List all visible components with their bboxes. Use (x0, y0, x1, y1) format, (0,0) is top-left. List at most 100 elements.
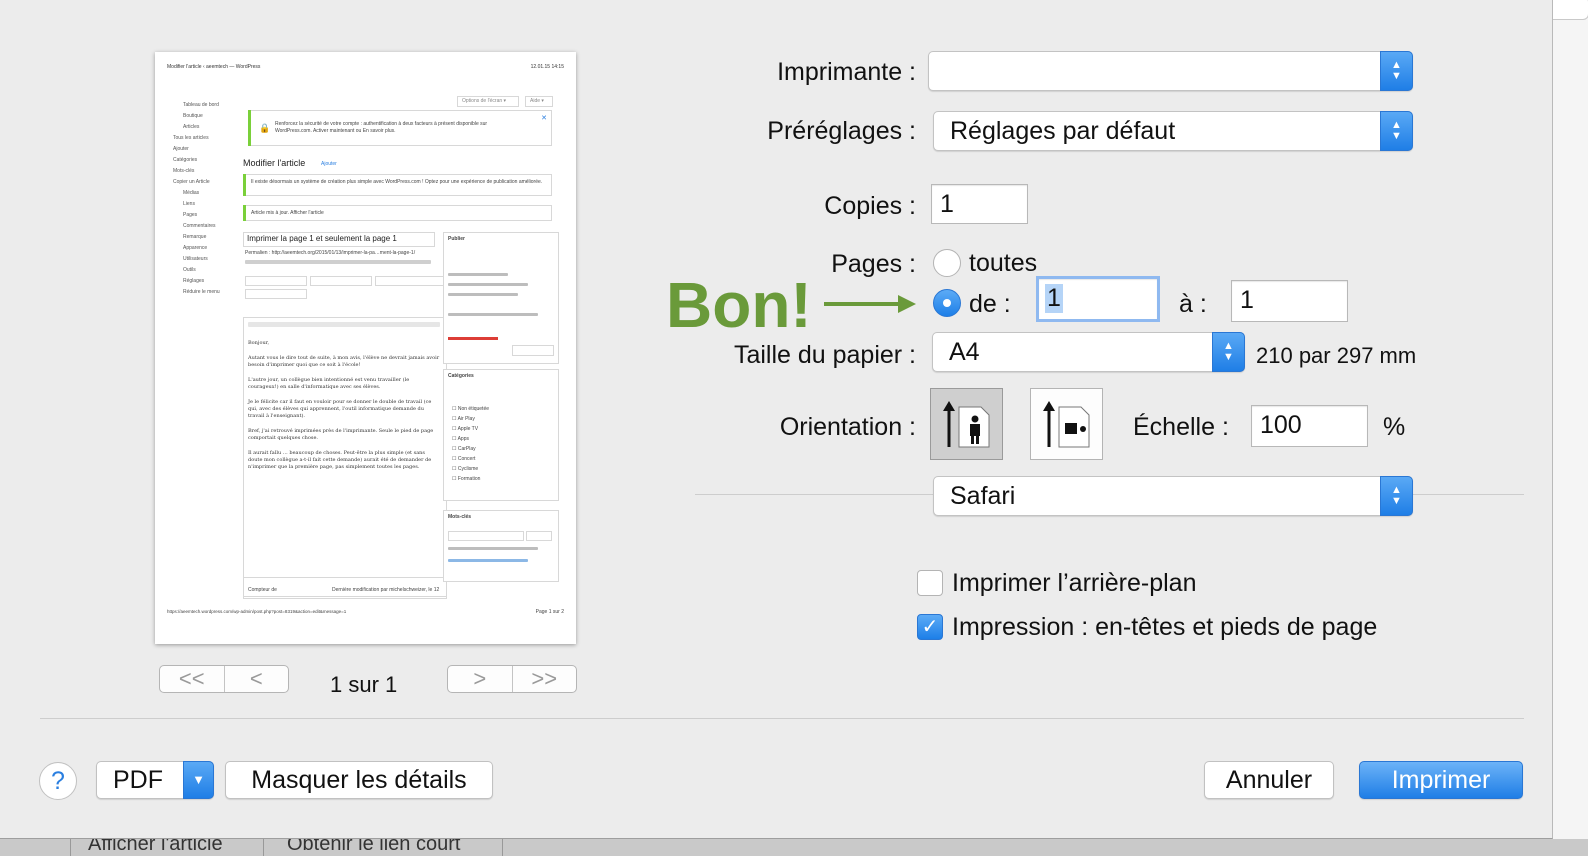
preview-notice-3-text: Article mis à jour. Afficher l'article (251, 210, 324, 216)
chevron-updown-icon: ▲ ▼ (1380, 476, 1413, 516)
preview-add-link: Ajouter (321, 161, 337, 167)
preview-sidebar-item: Tableau de bord (183, 102, 219, 108)
help-button[interactable]: ? (39, 762, 77, 800)
preview-paragraph: Bonjour, (248, 340, 270, 346)
preview-sidebar-item: Outils (183, 267, 196, 273)
preview-media-button (245, 276, 307, 286)
pages-from-value: 1 (1045, 284, 1063, 313)
presets-value: Réglages par défaut (950, 117, 1176, 145)
paper-size-select[interactable]: A4 ▲ ▼ (932, 332, 1245, 372)
preview-screen-options: Options de l'écran ▾ (457, 96, 519, 107)
preview-categories-title: Catégories (448, 373, 474, 379)
pages-to-field[interactable]: 1 (1231, 280, 1348, 322)
portrait-button[interactable] (930, 388, 1003, 460)
copies-value: 1 (940, 190, 954, 218)
preview-sidebar-item: Mots-clés (173, 168, 195, 174)
preview-sidebar-item: Pages (183, 212, 198, 218)
preview-editor: Bonjour, Autant vous le dire tout de suit… (243, 317, 447, 599)
print-background-label: Imprimer l’arrière-plan (952, 569, 1197, 597)
section-select[interactable]: Safari ▲ ▼ (933, 476, 1413, 516)
pager-back-group: << < (159, 665, 289, 693)
first-page-button[interactable]: << (160, 666, 224, 692)
pages-to-value: 1 (1240, 286, 1254, 314)
preview-footer-url: https://aeemtech.wordpress.com/wp-admin/… (167, 609, 347, 614)
preview-permalink: Permalien : http://aeemtech.org/2015/01/… (245, 250, 416, 256)
section-value: Safari (950, 482, 1016, 510)
print-button[interactable]: Imprimer (1359, 761, 1523, 799)
printer-label: Imprimante : (777, 58, 916, 86)
preview-poll-button (310, 276, 372, 286)
preview-sidebar-item: Commentaires (183, 223, 216, 229)
preview-footer-page: Page 1 sur 2 (535, 609, 564, 615)
pages-to-label: à : (1179, 290, 1207, 318)
presets-select[interactable]: Réglages par défaut ▲ ▼ (933, 111, 1413, 151)
paper-dimensions: 210 par 297 mm (1256, 343, 1417, 368)
preview-status-bar: Compteur de Dernière modification par mi… (243, 577, 447, 597)
copies-field[interactable]: 1 (931, 184, 1028, 224)
preview-tags-box: Mots-clés (443, 510, 559, 582)
preview-tags-line (448, 547, 538, 550)
preview-sidebar-item: Réduire le menu (183, 289, 220, 295)
hide-details-button[interactable]: Masquer les détails (225, 761, 493, 799)
print-headers-checkbox[interactable]: ✓ (917, 614, 943, 640)
preview-sidebar-item: Utilisateurs (183, 256, 208, 262)
pages-all-radio[interactable] (933, 249, 961, 277)
background-toolbar: Afficher l'article Obtenir le lien court (0, 839, 1588, 856)
pdf-menu-button[interactable]: PDF ▼ (96, 761, 214, 799)
preview-publish-box: Publier (443, 232, 559, 364)
page-preview: Modifier l'article ‹ aeemtech — WordPres… (155, 52, 576, 644)
preview-publish-line (448, 283, 528, 286)
pager-forward-group: > >> (447, 665, 577, 693)
preview-sidebar-item: Tous les articles (173, 135, 209, 141)
preview-category-item: ☐ Formation (452, 476, 481, 482)
annotation-arrow-icon (824, 295, 916, 313)
preview-screen-options-label: Options de l'écran ▾ (462, 98, 507, 104)
next-page-button[interactable]: > (448, 666, 512, 692)
preview-paragraph: Il aurait fallu … beaucoup de choses. Pe… (248, 450, 432, 470)
print-background-checkbox[interactable] (917, 570, 943, 596)
presets-label: Préréglages : (767, 117, 916, 145)
preview-paragraph: Je le félicite car il faut en vouloir po… (248, 399, 432, 419)
copies-label: Copies : (824, 192, 916, 220)
preview-paragraph: L'autre jour, un collègue bien intention… (248, 377, 410, 390)
scale-value: 100 (1260, 411, 1302, 439)
cancel-button[interactable]: Annuler (1204, 761, 1334, 799)
preview-embed-button (245, 289, 307, 299)
preview-sidebar-item: Médias (183, 190, 200, 196)
printer-select[interactable]: ▲ ▼ (928, 51, 1413, 91)
preview-category-item: ☐ Cyclisme (452, 466, 479, 472)
preview-paragraph: Bref, j'ai retrouvé imprimées près de l'… (248, 428, 434, 441)
preview-sidebar-item: Articles (183, 124, 200, 130)
scale-field[interactable]: 100 (1251, 405, 1368, 447)
preview-category-item: ☐ Non étiquetée (452, 406, 490, 412)
previous-page-button[interactable]: < (223, 666, 289, 692)
landscape-icon (1043, 401, 1090, 448)
preview-tags-input (448, 531, 524, 541)
print-headers-label: Impression : en-têtes et pieds de page (952, 613, 1378, 641)
preview-tags-add (526, 531, 552, 541)
preview-category-item: ☐ Apple TV (452, 426, 479, 432)
pages-range-radio[interactable] (933, 289, 961, 317)
notice-bar (243, 205, 246, 221)
preview-notice-2-text: Il existe désormais un système de créati… (251, 179, 543, 185)
paper-size-label: Taille du papier : (733, 341, 916, 369)
print-dialog: Modifier l'article ‹ aeemtech — WordPres… (0, 0, 1553, 839)
preview-sidebar: Tableau de bord Boutique Articles Tous les … (171, 102, 235, 300)
preview-help-tab: Aide ▾ (525, 96, 553, 107)
close-icon: ✕ (541, 115, 547, 122)
separator (502, 839, 503, 856)
preview-header-left: Modifier l'article ‹ aeemtech — WordPres… (167, 64, 261, 70)
preview-tags-link (448, 559, 528, 562)
pages-label: Pages : (831, 250, 916, 278)
separator (70, 839, 71, 856)
pages-from-field[interactable]: 1 (1036, 276, 1160, 322)
preview-last-modified: Dernière modification par michelschweize… (332, 587, 440, 593)
preview-notice-2: Il existe désormais un système de créati… (243, 174, 552, 196)
preview-sidebar-item: Remarque (183, 234, 207, 240)
chevron-down-icon[interactable]: ▼ (183, 761, 214, 799)
notice-bar (248, 110, 251, 146)
landscape-button[interactable] (1030, 388, 1103, 460)
last-page-button[interactable]: >> (511, 666, 577, 692)
preview-trash-link (448, 337, 498, 340)
preview-post-title: Imprimer la page 1 et seulement la page … (247, 234, 397, 243)
